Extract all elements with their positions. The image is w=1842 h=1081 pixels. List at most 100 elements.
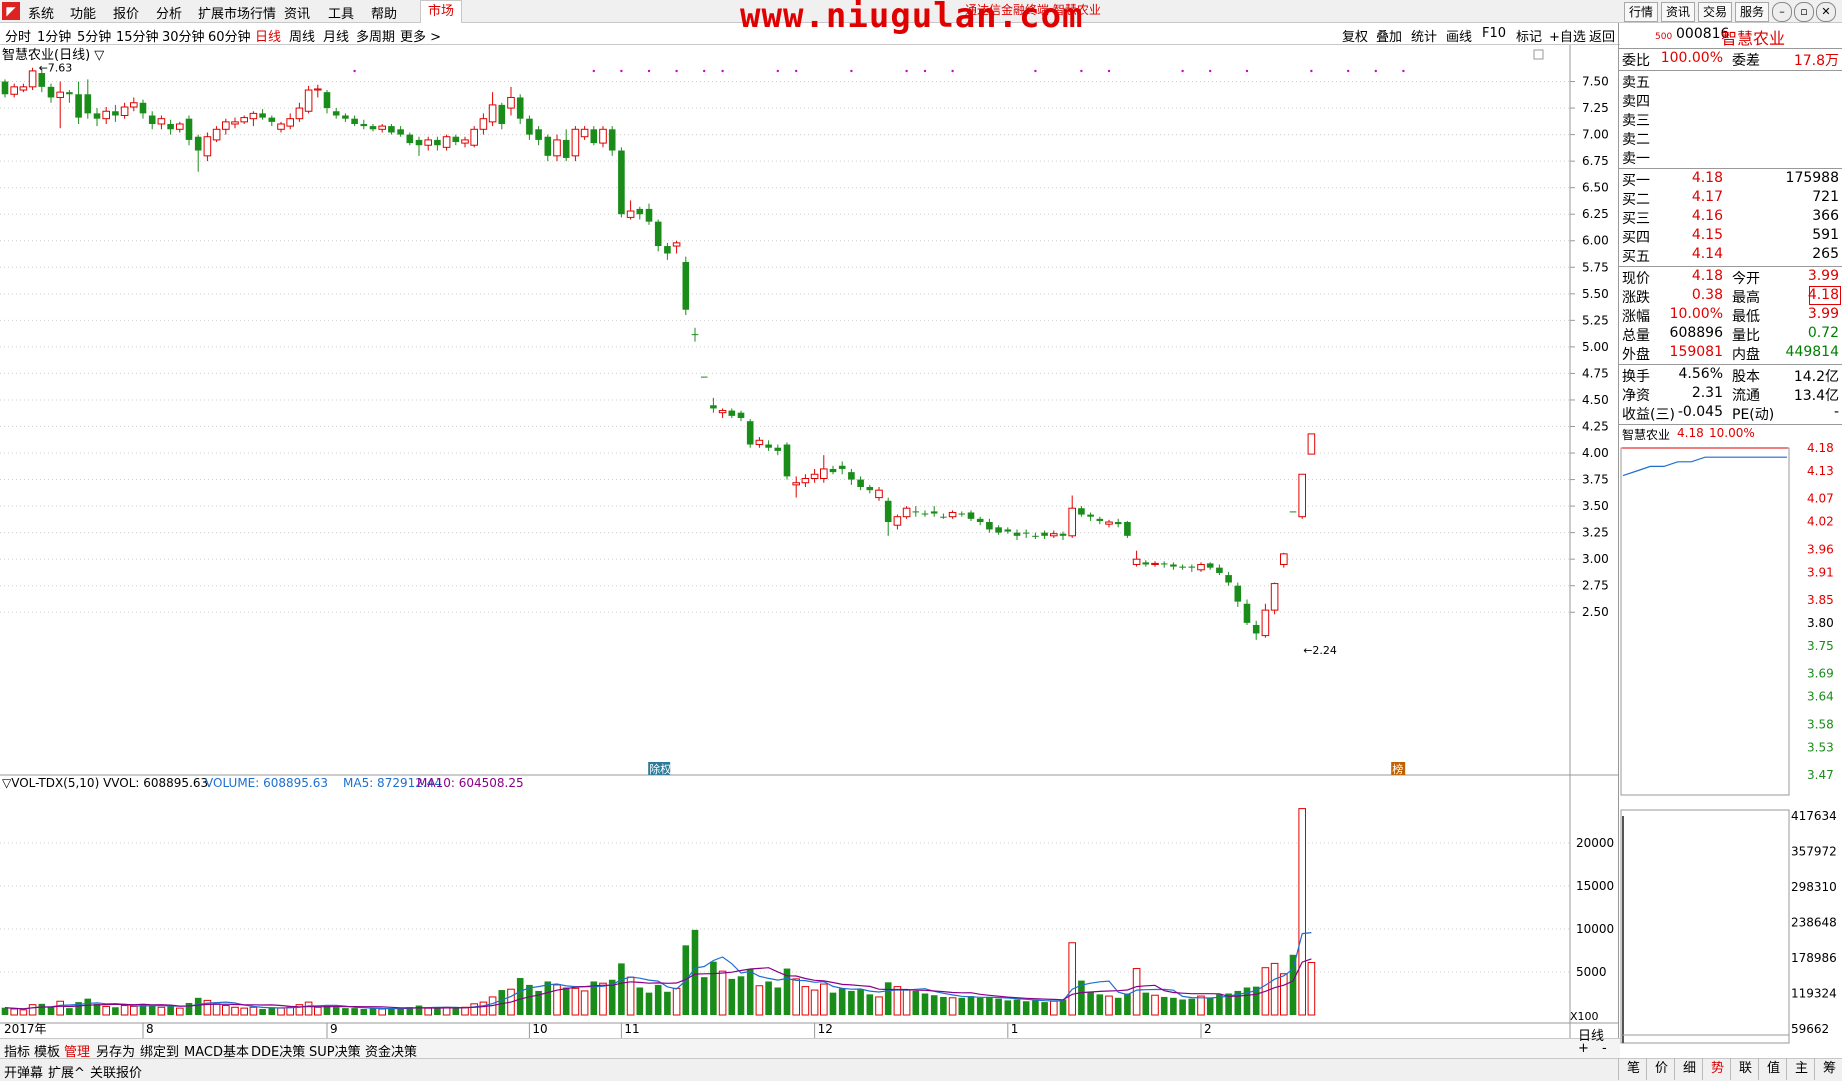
volume-bar[interactable]: [636, 987, 644, 1015]
menu-item-function[interactable]: 功能: [70, 3, 96, 22]
candle[interactable]: [93, 108, 101, 127]
candle[interactable]: [434, 136, 441, 151]
candle[interactable]: [765, 440, 772, 451]
volume-bar[interactable]: [1197, 995, 1205, 1016]
volume-bar[interactable]: [194, 997, 202, 1015]
candle[interactable]: [75, 81, 82, 124]
tool-draw[interactable]: 画线: [1446, 26, 1472, 45]
candle[interactable]: [1, 79, 9, 98]
candle[interactable]: [1160, 561, 1168, 568]
candle[interactable]: [820, 455, 828, 483]
right-tab[interactable]: 值: [1758, 1058, 1788, 1080]
candle[interactable]: [618, 147, 625, 218]
candle[interactable]: [1298, 473, 1307, 519]
volume-bar[interactable]: [654, 984, 662, 1015]
volume-bar[interactable]: [304, 1001, 313, 1016]
volume-bar[interactable]: [1289, 954, 1297, 1015]
volume-bar[interactable]: [718, 970, 727, 1016]
volume-bar[interactable]: [157, 1006, 166, 1016]
candle[interactable]: [636, 206, 644, 220]
volume-bar[interactable]: [66, 1008, 73, 1015]
restore-icon[interactable]: ▫: [1794, 2, 1814, 22]
volume-bar[interactable]: [810, 989, 819, 1016]
candle[interactable]: [148, 111, 156, 130]
candle[interactable]: [755, 437, 764, 448]
candle[interactable]: [1170, 562, 1177, 570]
candle[interactable]: [526, 115, 533, 140]
candle[interactable]: [848, 468, 855, 485]
volume-bar[interactable]: [259, 1008, 266, 1015]
menu-item-analysis[interactable]: 分析: [156, 3, 182, 22]
zoom-in-button[interactable]: +: [1578, 1041, 1589, 1056]
volume-bar[interactable]: [1096, 994, 1104, 1015]
volume-bar[interactable]: [958, 997, 966, 1015]
right-tab[interactable]: 细: [1674, 1058, 1704, 1080]
volume-bar[interactable]: [56, 1000, 65, 1016]
candle[interactable]: [66, 90, 73, 103]
volume-bar[interactable]: [746, 969, 754, 1015]
candle[interactable]: [1022, 529, 1030, 538]
volume-bar[interactable]: [176, 1007, 184, 1016]
candle[interactable]: [783, 442, 791, 480]
candle[interactable]: [884, 497, 892, 536]
candle[interactable]: [930, 506, 938, 517]
volume-bar[interactable]: [902, 989, 911, 1016]
period-5min[interactable]: 5分钟: [77, 26, 111, 45]
candle[interactable]: [1243, 599, 1251, 625]
volume-bar[interactable]: [231, 1006, 239, 1016]
candle[interactable]: [645, 203, 653, 225]
volume-bar[interactable]: [544, 981, 552, 1015]
volume-bar[interactable]: [10, 1008, 18, 1016]
volume-bar[interactable]: [571, 987, 580, 1016]
period-30min[interactable]: 30分钟: [162, 26, 205, 45]
volume-bar[interactable]: [664, 991, 671, 1015]
candle[interactable]: [314, 84, 322, 98]
trade-button[interactable]: 交易: [1698, 2, 1732, 22]
period-timeshare[interactable]: 分时: [5, 26, 31, 45]
volume-bar[interactable]: [130, 1005, 138, 1016]
candle[interactable]: [397, 126, 404, 137]
candle[interactable]: [1041, 530, 1048, 539]
volume-bar[interactable]: [1004, 1000, 1012, 1015]
candle[interactable]: [194, 134, 202, 172]
candle[interactable]: [461, 136, 469, 148]
volume-bar[interactable]: [424, 1007, 432, 1016]
tool-f10[interactable]: F10: [1482, 26, 1506, 41]
volume-bar[interactable]: [645, 992, 653, 1015]
volume-bar[interactable]: [1142, 992, 1150, 1015]
volume-bar[interactable]: [774, 987, 782, 1015]
volume-bar[interactable]: [618, 963, 625, 1015]
candle[interactable]: [259, 109, 266, 120]
volume-bar[interactable]: [388, 1008, 395, 1015]
candle[interactable]: [958, 511, 966, 517]
candle[interactable]: [654, 219, 662, 252]
candle[interactable]: [84, 79, 92, 119]
volume-bar[interactable]: [580, 990, 589, 1016]
volume-bar[interactable]: [342, 1008, 349, 1015]
candle[interactable]: [240, 115, 248, 124]
candle[interactable]: [1096, 516, 1104, 525]
candle[interactable]: [912, 506, 920, 517]
candle[interactable]: [1234, 582, 1242, 607]
volume-bar[interactable]: [415, 1005, 423, 1015]
candle[interactable]: [424, 136, 432, 151]
candle[interactable]: [415, 136, 423, 156]
app-logo-icon[interactable]: ◤: [2, 2, 20, 20]
candle[interactable]: [1206, 562, 1214, 570]
volume-bar[interactable]: [921, 993, 929, 1016]
candle[interactable]: [112, 104, 119, 122]
volume-bar[interactable]: [378, 1008, 386, 1016]
candle[interactable]: [1142, 560, 1150, 567]
candle[interactable]: [470, 126, 478, 148]
candle[interactable]: [866, 484, 874, 494]
candle[interactable]: [1078, 506, 1085, 517]
tool-add-watch[interactable]: +自选: [1549, 26, 1586, 45]
candle[interactable]: [691, 327, 699, 342]
volume-bar[interactable]: [737, 976, 745, 1015]
volume-bar[interactable]: [755, 985, 764, 1016]
candle[interactable]: [332, 108, 340, 119]
volume-bar[interactable]: [240, 1007, 248, 1016]
menu-item-help[interactable]: 帮助: [371, 3, 397, 22]
candle[interactable]: [580, 126, 589, 140]
volume-bar[interactable]: [1298, 808, 1307, 1016]
